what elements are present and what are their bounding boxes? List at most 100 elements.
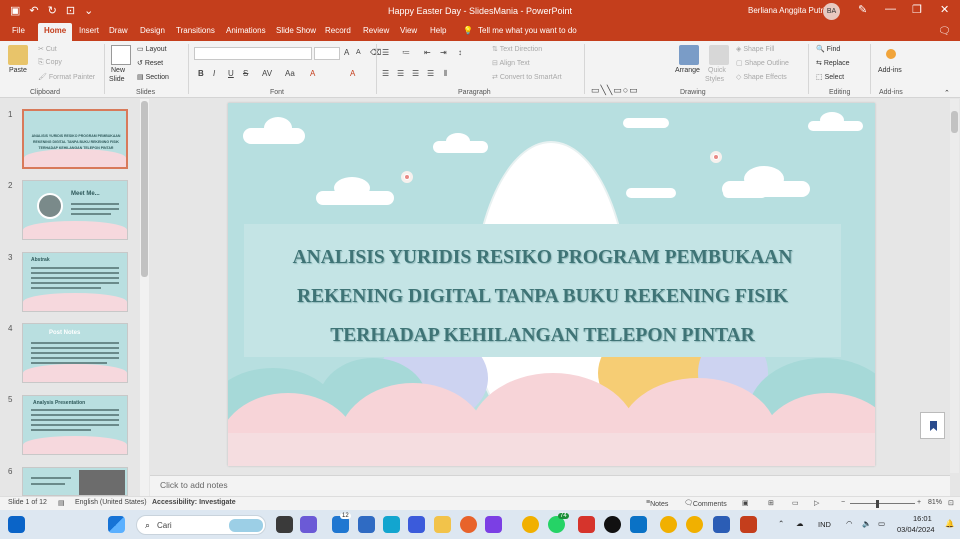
quick-styles-button-line2[interactable]: Styles	[705, 76, 724, 83]
tab-record[interactable]: Record	[325, 26, 351, 35]
shape-fill-button[interactable]: ◈ Shape Fill	[736, 45, 774, 53]
slide-thumbnail-4[interactable]: Post Notes	[22, 323, 128, 383]
cut-button[interactable]: ✂ Cut	[38, 45, 57, 53]
new-slide-button-line2[interactable]: Slide	[109, 76, 125, 83]
notes-toggle[interactable]: ≡ Notes	[646, 499, 668, 508]
notifications-icon[interactable]: 🔔	[945, 519, 954, 528]
slide-sorter-icon[interactable]: ⊞	[768, 499, 774, 507]
bullets-icon[interactable]: ☰	[382, 48, 389, 57]
increase-indent-icon[interactable]: ⇥	[440, 48, 447, 57]
comments-icon[interactable]: 🗨	[938, 26, 951, 37]
reset-button[interactable]: ↺ Reset	[137, 59, 163, 67]
bold-button[interactable]: B	[198, 69, 204, 78]
collapse-ribbon-icon[interactable]: ⌃	[944, 89, 950, 97]
numbering-icon[interactable]: ≔	[402, 48, 410, 57]
copy-button[interactable]: ⎘ Copy	[38, 59, 62, 67]
chrome-icon[interactable]	[686, 516, 703, 533]
onedrive-icon[interactable]: ☁	[796, 519, 804, 528]
select-button[interactable]: ⬚ Select	[816, 73, 844, 81]
app-icon[interactable]	[485, 516, 502, 533]
shape-outline-button[interactable]: ▢ Shape Outline	[736, 59, 789, 67]
addins-button[interactable]: Add-ins	[878, 67, 902, 74]
zoom-slider[interactable]	[850, 503, 915, 504]
spellcheck-icon[interactable]: ▤	[58, 499, 65, 507]
accessibility-status[interactable]: Accessibility: Investigate	[152, 499, 236, 506]
grow-font-button[interactable]: A	[344, 48, 349, 57]
clock-date[interactable]: 03/04/2024	[897, 525, 935, 534]
zoom-out-icon[interactable]: −	[841, 499, 845, 506]
teams-icon[interactable]	[300, 516, 317, 533]
new-slide-button[interactable]: New	[111, 67, 125, 74]
title-textbox[interactable]: ANALISIS YURIDIS RESIKO PROGRAM PEMBUKAA…	[244, 224, 841, 357]
language-status[interactable]: English (United States)	[75, 499, 147, 506]
find-button[interactable]: 🔍 Find	[816, 45, 840, 53]
align-right-icon[interactable]: ☰	[412, 69, 419, 78]
slide-thumbnail-1[interactable]: ANALISIS YURIDIS RESIKO PROGRAM PEMBUKAA…	[22, 109, 128, 169]
slide-thumbnail-5[interactable]: Analysis Presentation	[22, 395, 128, 455]
zoom-level[interactable]: 81%	[928, 499, 942, 506]
notes-pane[interactable]: Click to add notes	[150, 475, 950, 496]
scrollbar-thumb[interactable]	[141, 101, 148, 277]
align-text-button[interactable]: ⊟ Align Text	[492, 59, 530, 67]
quick-styles-button[interactable]: Quick	[708, 67, 726, 74]
outlook-icon[interactable]	[630, 516, 647, 533]
smartart-button[interactable]: ⇄ Convert to SmartArt	[492, 73, 562, 81]
input-language[interactable]: IND	[818, 520, 831, 529]
thumbnails-scrollbar[interactable]	[140, 99, 149, 496]
edge-icon[interactable]	[383, 516, 400, 533]
tab-insert[interactable]: Insert	[79, 26, 99, 35]
align-center-icon[interactable]: ☰	[397, 69, 404, 78]
slide-thumbnail-2[interactable]: Meet Me...	[22, 180, 128, 240]
editor-scrollbar[interactable]	[950, 99, 959, 473]
tiktok-icon[interactable]	[604, 516, 621, 533]
columns-icon[interactable]: ⫴	[444, 69, 447, 79]
paste-button[interactable]: Paste	[9, 67, 27, 74]
task-view-icon[interactable]	[276, 516, 293, 533]
change-case-icon[interactable]: Aa	[285, 69, 295, 78]
decrease-indent-icon[interactable]: ⇤	[424, 48, 431, 57]
minimize-icon[interactable]: —	[885, 3, 896, 15]
fit-slide-icon[interactable]: ⊡	[948, 499, 954, 507]
quick-styles-icon[interactable]	[709, 45, 729, 65]
tab-transitions[interactable]: Transitions	[176, 26, 215, 35]
file-explorer-icon[interactable]	[434, 516, 451, 533]
slide-thumbnail-3[interactable]: Abstrak	[22, 252, 128, 312]
font-size-combo[interactable]	[314, 47, 340, 60]
strikethrough-button[interactable]: S	[243, 69, 248, 78]
zoom-in-icon[interactable]: +	[917, 499, 921, 506]
text-direction-button[interactable]: ⇅ Text Direction	[492, 45, 542, 53]
comments-toggle[interactable]: 🗨 Comments	[684, 499, 727, 508]
slideshow-view-icon[interactable]: ▷	[814, 499, 819, 507]
chrome-icon[interactable]	[660, 516, 677, 533]
zoom-slider-thumb[interactable]	[876, 500, 879, 508]
word-icon[interactable]	[713, 516, 730, 533]
volume-icon[interactable]: 🔈	[862, 519, 871, 528]
reading-view-icon[interactable]: ▭	[792, 499, 799, 507]
shape-effects-button[interactable]: ◇ Shape Effects	[736, 73, 787, 81]
search-box[interactable]: ⌕ Cari	[136, 515, 266, 535]
highlight-icon[interactable]: A	[350, 69, 355, 78]
slide-canvas[interactable]: ANALISIS YURIDIS RESIKO PROGRAM PEMBUKAA…	[228, 103, 875, 466]
paste-icon[interactable]	[8, 45, 28, 65]
tab-file[interactable]: File	[12, 26, 25, 35]
shrink-font-button[interactable]: A	[356, 49, 361, 56]
notes-placeholder[interactable]: Click to add notes	[160, 480, 228, 490]
tab-draw[interactable]: Draw	[109, 26, 128, 35]
avatar[interactable]: BA	[823, 3, 840, 20]
wifi-icon[interactable]: ◠	[846, 519, 853, 528]
clock-time[interactable]: 16:01	[913, 514, 932, 523]
tab-home[interactable]: Home	[38, 23, 73, 41]
user-name[interactable]: Berliana Anggita Putri	[748, 6, 825, 15]
tab-animations[interactable]: Animations	[226, 26, 266, 35]
pdf-icon[interactable]	[578, 516, 595, 533]
scrollbar-thumb[interactable]	[951, 111, 958, 133]
normal-view-icon[interactable]: ▣	[742, 499, 749, 507]
windows-start-icon[interactable]	[108, 516, 125, 533]
italic-button[interactable]: I	[213, 69, 215, 78]
battery-icon[interactable]: ▭	[878, 519, 885, 528]
powerpoint-icon[interactable]	[740, 516, 757, 533]
chrome-icon[interactable]	[522, 516, 539, 533]
underline-button[interactable]: U	[228, 69, 234, 78]
new-slide-icon[interactable]	[111, 45, 131, 65]
slide-thumbnail-6[interactable]	[22, 467, 128, 496]
